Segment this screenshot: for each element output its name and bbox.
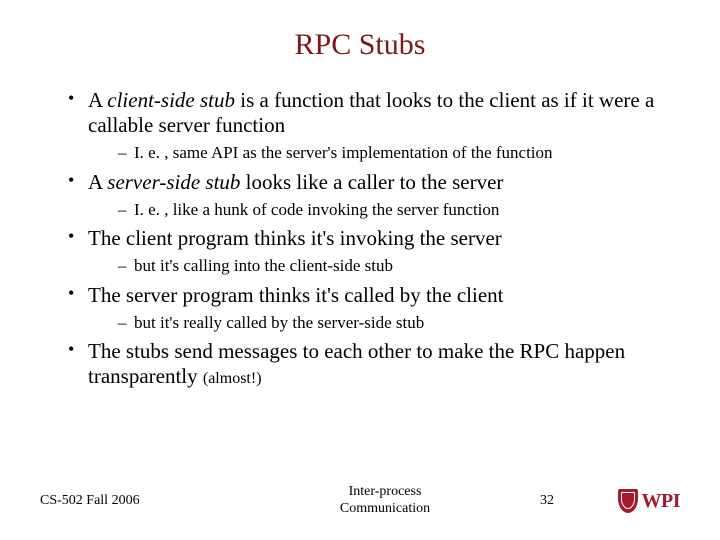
- footer-topic-line: Inter-process: [349, 484, 422, 499]
- bullet-note: (almost!): [203, 370, 262, 387]
- sub-list: but it's really called by the server-sid…: [88, 312, 680, 333]
- bullet-list: A client-side stub is a function that lo…: [40, 88, 680, 389]
- footer-topic: Inter-process Communication: [240, 484, 530, 518]
- bullet-text: looks like a caller to the server: [240, 170, 503, 194]
- sub-list: but it's calling into the client-side st…: [88, 255, 680, 276]
- bullet-text: The server program thinks it's called by…: [88, 283, 504, 307]
- footer-topic-line: Communication: [340, 501, 430, 516]
- slide-title: RPC Stubs: [40, 28, 680, 62]
- bullet-text: The stubs send messages to each other to…: [88, 339, 625, 388]
- bullet-item: The stubs send messages to each other to…: [68, 339, 680, 389]
- bullet-em: server-side stub: [107, 170, 240, 194]
- sub-item: I. e. , same API as the server's impleme…: [118, 142, 680, 163]
- sub-list: I. e. , like a hunk of code invoking the…: [88, 199, 680, 220]
- bullet-text: The client program thinks it's invoking …: [88, 226, 502, 250]
- bullet-item: The server program thinks it's called by…: [68, 283, 680, 333]
- wpi-logo: WPI: [590, 489, 680, 513]
- bullet-text: A: [88, 170, 107, 194]
- bullet-item: A client-side stub is a function that lo…: [68, 88, 680, 164]
- footer-course: CS-502 Fall 2006: [40, 493, 240, 509]
- sub-item: but it's calling into the client-side st…: [118, 255, 680, 276]
- shield-icon: [618, 489, 638, 513]
- wpi-text: WPI: [642, 490, 681, 513]
- bullet-em: client-side stub: [107, 88, 235, 112]
- sub-item: but it's really called by the server-sid…: [118, 312, 680, 333]
- bullet-text: A: [88, 88, 107, 112]
- sub-list: I. e. , same API as the server's impleme…: [88, 142, 680, 163]
- bullet-item: The client program thinks it's invoking …: [68, 226, 680, 276]
- sub-item: I. e. , like a hunk of code invoking the…: [118, 199, 680, 220]
- page-number: 32: [530, 493, 590, 509]
- slide-footer: CS-502 Fall 2006 Inter-process Communica…: [0, 484, 720, 518]
- bullet-item: A server-side stub looks like a caller t…: [68, 170, 680, 220]
